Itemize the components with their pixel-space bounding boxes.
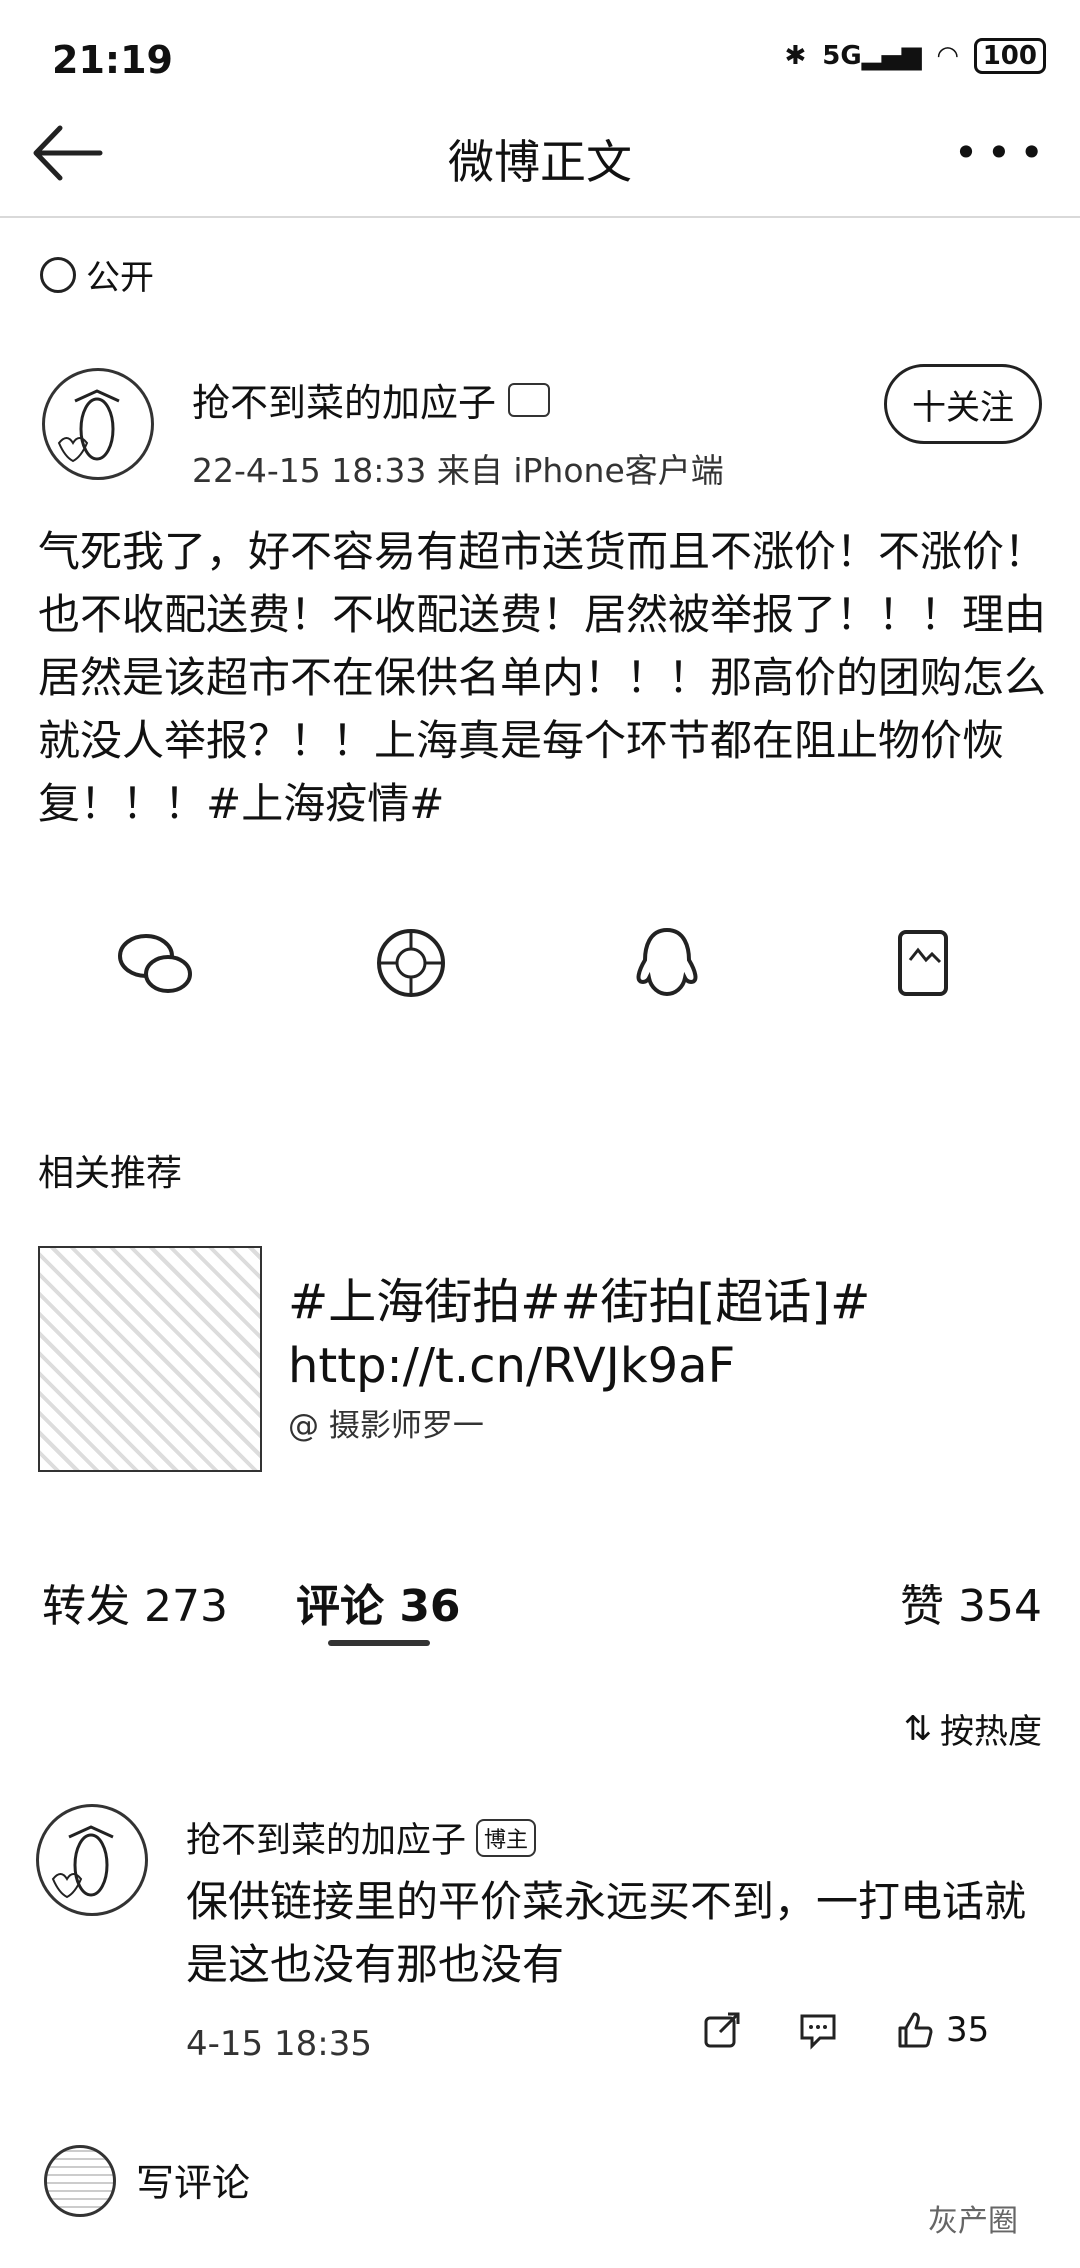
visibility-label: 公开 xyxy=(86,258,154,298)
reply-icon[interactable] xyxy=(798,2010,838,2050)
status-time: 21:19 xyxy=(52,38,173,82)
author-name[interactable]: 抢不到菜的加应子 xyxy=(192,372,496,427)
follow-button[interactable]: 十关注 xyxy=(884,364,1042,444)
sort-button[interactable]: ⇅ 按热度 xyxy=(904,1704,1043,1753)
thumbs-up-icon xyxy=(898,2012,933,2048)
like-button[interactable]: 35 xyxy=(894,2010,989,2050)
comment-author-row: 抢不到菜的加应子 博主 xyxy=(186,1812,537,1863)
recommend-title: 相关推荐 xyxy=(38,1153,183,1194)
save-image-icon[interactable] xyxy=(880,920,966,1006)
recommend-text[interactable]: #上海街拍##街拍[超话]# http://t.cn/RVJk9aF xyxy=(288,1270,1048,1398)
wifi-icon: ◠ xyxy=(937,41,958,71)
tabs: 转发 273 评论 36 赞 354 xyxy=(42,1570,1042,1640)
write-comment-input[interactable]: 写评论 xyxy=(136,2152,250,2207)
composer-avatar xyxy=(44,2145,116,2217)
tab-underline xyxy=(328,1640,430,1646)
status-icons: ✱ 5G▂▄▆ ◠ 100 xyxy=(784,38,1046,74)
page-title: 微博正文 xyxy=(448,135,632,189)
watermark: 灰产圈 xyxy=(928,2204,1018,2239)
share-row xyxy=(0,920,1080,1010)
tab-like[interactable]: 赞 354 xyxy=(900,1570,1042,1634)
recommend-thumbnail[interactable] xyxy=(38,1246,262,1472)
share-comment-icon[interactable] xyxy=(702,2010,742,2050)
more-options-icon[interactable]: ••• xyxy=(954,128,1052,177)
post-meta: 22-4-15 18:33 来自 iPhone客户端 xyxy=(192,451,724,490)
author-badge: 博主 xyxy=(476,1818,537,1857)
author-row: 抢不到菜的加应子 xyxy=(192,372,551,427)
like-count: 35 xyxy=(946,2010,990,2050)
moments-icon[interactable] xyxy=(368,920,454,1006)
comment-avatar[interactable] xyxy=(36,1804,148,1916)
comment-author[interactable]: 抢不到菜的加应子 xyxy=(186,1812,466,1863)
tab-comment[interactable]: 评论 36 xyxy=(296,1570,461,1634)
wechat-icon[interactable] xyxy=(112,920,198,1006)
globe-icon xyxy=(40,256,76,293)
visibility-indicator: 公开 xyxy=(40,250,154,299)
sort-icon: ⇅ xyxy=(903,1708,933,1749)
author-avatar[interactable] xyxy=(42,368,154,480)
vip-crown-icon xyxy=(508,382,551,417)
comment-time: 4-15 18:35 xyxy=(186,2024,372,2064)
comment-text: 保供链接里的平价菜永远买不到，一打电话就是这也没有那也没有 xyxy=(186,1877,1027,1989)
comment-actions: 35 xyxy=(702,2010,989,2050)
tab-repost[interactable]: 转发 273 xyxy=(42,1570,228,1634)
signal-icon: 5G▂▄▆ xyxy=(822,41,922,71)
recommend-author[interactable]: @ 摄影师罗一 xyxy=(288,1400,484,1445)
header-divider xyxy=(0,216,1080,218)
sort-label: 按热度 xyxy=(940,1712,1042,1752)
qq-icon[interactable] xyxy=(624,920,710,1006)
post-body: 气死我了，好不容易有超市送货而且不涨价！不涨价！也不收配送费！不收配送费！居然被… xyxy=(38,527,1047,828)
bluetooth-icon: ✱ xyxy=(784,41,807,71)
battery-icon: 100 xyxy=(973,38,1046,74)
